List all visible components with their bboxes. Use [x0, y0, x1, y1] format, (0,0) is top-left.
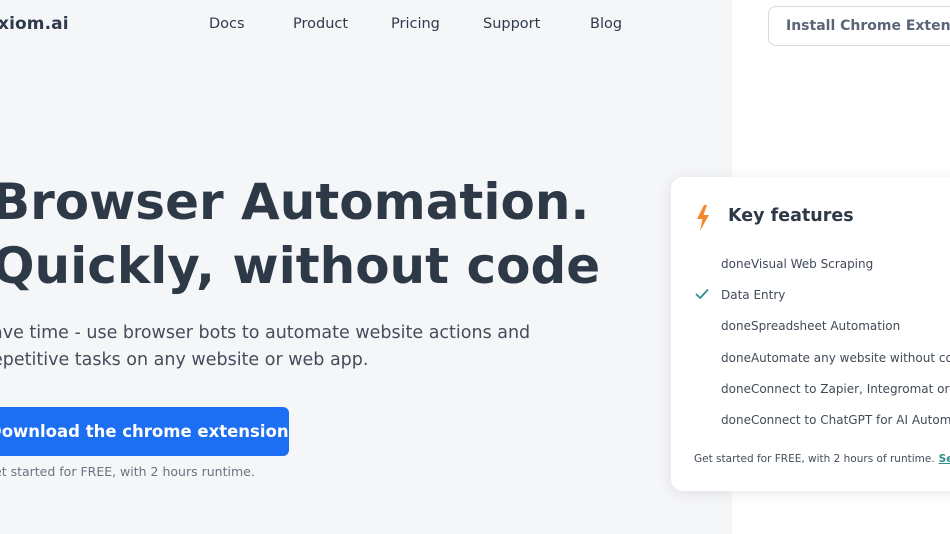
nav-link-support[interactable]: Support [483, 16, 540, 32]
nav-link-pricing[interactable]: Pricing [391, 16, 440, 32]
checkmark-icon [695, 289, 709, 299]
install-chrome-extension-button[interactable]: Install Chrome Extension [768, 6, 950, 46]
hero-subtitle-line-2: epetitive tasks on any website or web ap… [0, 350, 369, 370]
feature-item-connect-zapier: doneConnect to Zapier, Integromat or Web… [721, 382, 950, 396]
key-features-card: Key features doneVisual Web Scraping Dat… [671, 177, 950, 491]
hero-title-line-1: Browser Automation. [0, 173, 590, 231]
nav-link-blog[interactable]: Blog [590, 16, 622, 32]
hero-subtitle: ave time - use browser bots to automate … [0, 320, 552, 374]
logo[interactable]: xiom.ai [0, 14, 69, 34]
feature-item-connect-chatgpt: doneConnect to ChatGPT for AI Automation [721, 413, 950, 427]
key-features-title: Key features [728, 206, 854, 226]
see-pricing-link[interactable]: See pricing [939, 453, 950, 465]
nav-link-docs[interactable]: Docs [209, 16, 245, 32]
feature-item-data-entry: Data Entry [721, 288, 786, 302]
cta-note: et started for FREE, with 2 hours runtim… [0, 464, 255, 479]
hero-title-line-2: Quickly, without code [0, 237, 601, 295]
features-card-footer: Get started for FREE, with 2 hours of ru… [694, 453, 950, 465]
lightning-bolt-icon [697, 205, 709, 231]
feature-item-automate-any-website: doneAutomate any website without code [721, 351, 950, 365]
feature-item-visual-web-scraping: doneVisual Web Scraping [721, 257, 874, 271]
hero-subtitle-line-1: ave time - use browser bots to automate … [0, 323, 531, 343]
feature-item-spreadsheet-automation: doneSpreadsheet Automation [721, 319, 901, 333]
download-extension-button[interactable]: Download the chrome extension [0, 407, 289, 456]
nav-link-product[interactable]: Product [293, 16, 348, 32]
features-footer-text: Get started for FREE, with 2 hours of ru… [694, 453, 935, 465]
hero-title: Browser Automation. Quickly, without cod… [0, 170, 600, 298]
